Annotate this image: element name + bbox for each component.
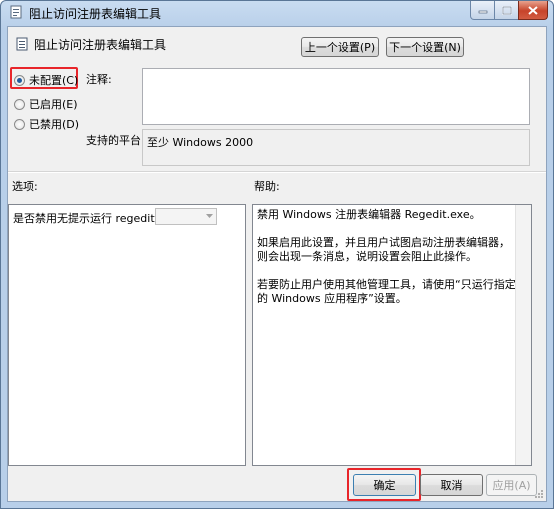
window-title: 阻止访问注册表编辑工具 [29, 7, 162, 21]
comment-label: 注释: [86, 73, 112, 86]
radio-label: 已启用(E) [29, 98, 78, 111]
minimize-button[interactable] [470, 1, 495, 20]
divider [8, 171, 546, 173]
policy-document-icon [10, 5, 22, 19]
radio-selected-dot [17, 77, 22, 83]
help-paragraph: 如果启用此设置，并且用户试图启动注册表编辑器，则会出现一条消息，说明设置会阻止此… [257, 236, 510, 263]
option-question: 是否禁用无提示运行 regedit ? [13, 212, 164, 225]
platform-value: 至少 Windows 2000 [147, 136, 254, 149]
radio-button[interactable] [14, 98, 25, 110]
radio-label: 未配置(C) [29, 74, 79, 87]
help-panel: 禁用 Windows 注册表编辑器 Regedit.exe。 如果启用此设置，并… [252, 204, 532, 466]
apply-button[interactable]: 应用(A) [486, 474, 537, 496]
help-text: 禁用 Windows 注册表编辑器 Regedit.exe。 如果启用此设置，并… [257, 208, 519, 320]
resize-grip-icon[interactable] [534, 489, 544, 499]
radio-label: 已禁用(D) [29, 118, 80, 131]
previous-setting-button[interactable]: 上一个设置(P) [301, 37, 379, 57]
policy-title: 阻止访问注册表编辑工具 [34, 38, 167, 52]
close-button[interactable] [518, 1, 548, 20]
option-dropdown[interactable] [155, 208, 217, 225]
radio-not-configured[interactable]: 未配置(C) [14, 72, 78, 88]
help-label: 帮助: [254, 180, 280, 193]
help-scrollbar[interactable] [515, 205, 531, 465]
ok-button[interactable]: 确定 [353, 474, 416, 496]
cancel-button[interactable]: 取消 [420, 474, 483, 496]
options-panel: 是否禁用无提示运行 regedit ? [8, 204, 246, 466]
options-label: 选项: [12, 180, 38, 193]
close-icon [528, 5, 538, 15]
dialog-window: 阻止访问注册表编辑工具 阻止访问注册表编辑工具 上一个设置(P) 下一个设置(N… [0, 0, 554, 509]
radio-enabled[interactable]: 已启用(E) [14, 96, 78, 112]
help-paragraph: 禁用 Windows 注册表编辑器 Regedit.exe。 [257, 208, 481, 221]
policy-setting-icon [16, 37, 28, 51]
platform-label: 支持的平台: [86, 134, 145, 147]
comment-textarea[interactable] [142, 68, 530, 125]
chevron-down-icon [206, 214, 213, 218]
radio-button[interactable] [14, 118, 25, 130]
minimize-icon [478, 10, 487, 14]
maximize-button[interactable] [494, 1, 519, 20]
help-paragraph: 若要防止用户使用其他管理工具，请使用“只运行指定的 Windows 应用程序”设… [257, 278, 516, 305]
next-setting-button[interactable]: 下一个设置(N) [386, 37, 464, 57]
maximize-icon [501, 5, 512, 15]
radio-button[interactable] [14, 74, 25, 86]
radio-disabled[interactable]: 已禁用(D) [14, 116, 79, 132]
dialog-body: 阻止访问注册表编辑工具 上一个设置(P) 下一个设置(N) 未配置(C) 已启用… [7, 26, 547, 502]
title-bar[interactable]: 阻止访问注册表编辑工具 [1, 1, 553, 23]
platform-field: 至少 Windows 2000 [142, 129, 530, 166]
